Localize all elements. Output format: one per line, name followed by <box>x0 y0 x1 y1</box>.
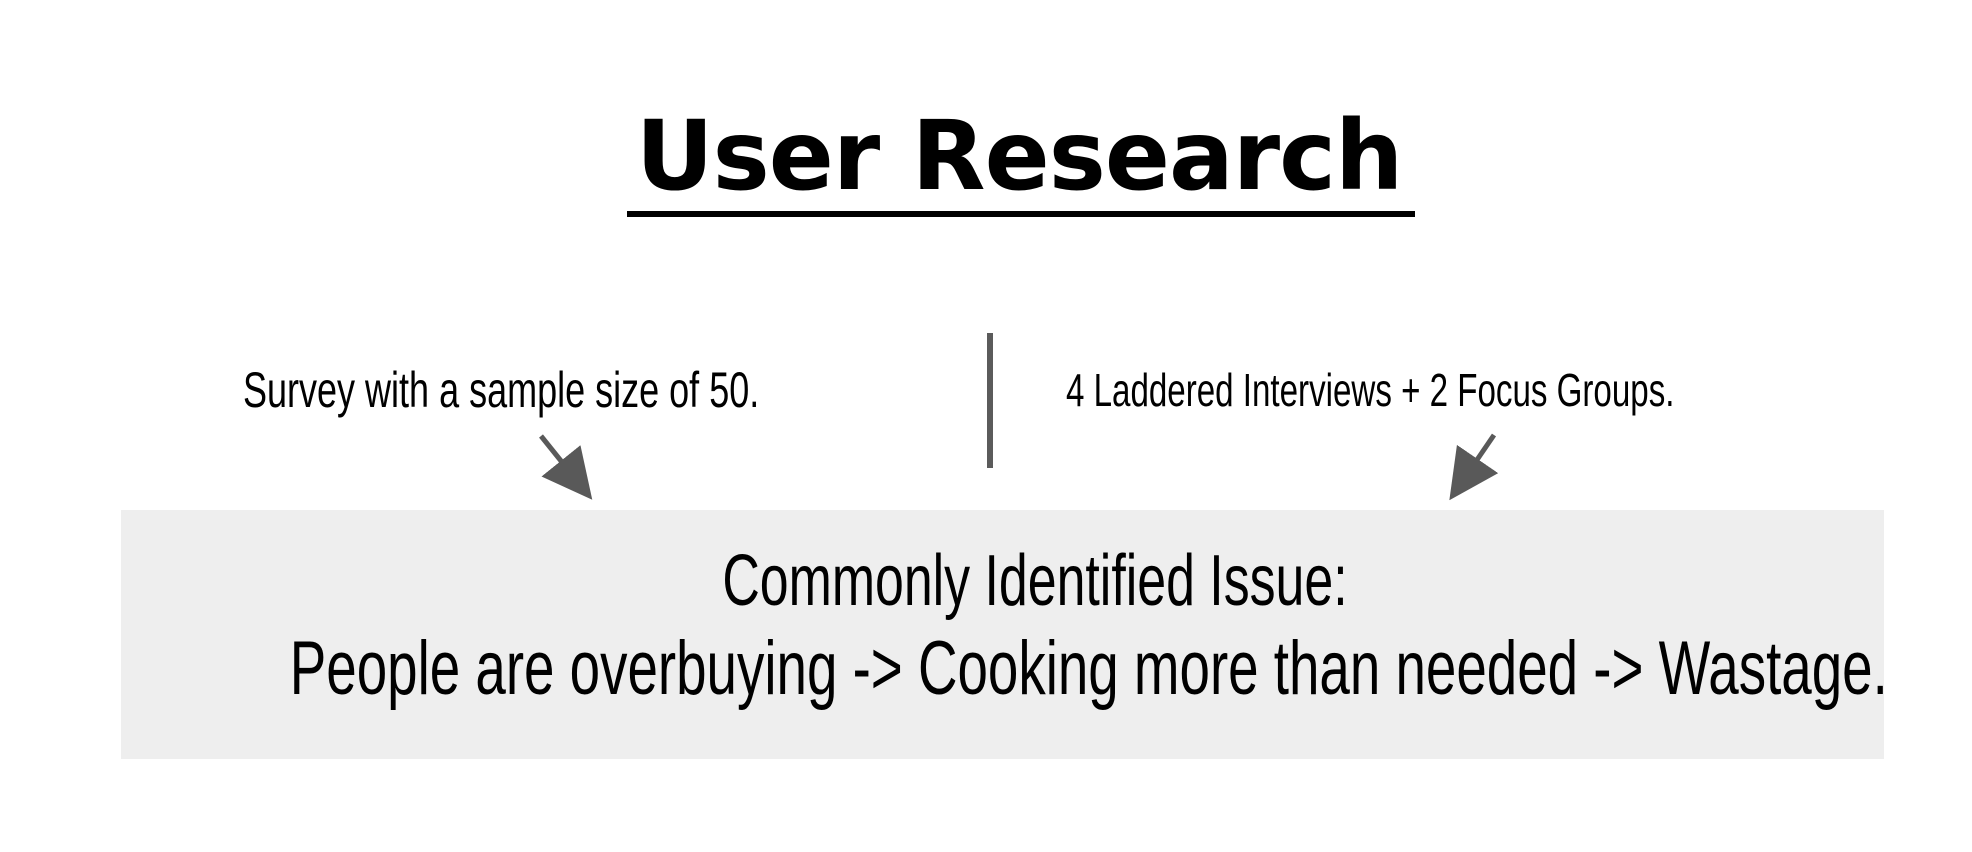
survey-arrow-icon <box>539 434 593 500</box>
finding-heading: Commonly Identified Issue: <box>722 541 1348 621</box>
interviews-arrow-icon <box>1449 433 1499 501</box>
finding-chain: People are overbuying -> Cooking more th… <box>289 626 1888 711</box>
